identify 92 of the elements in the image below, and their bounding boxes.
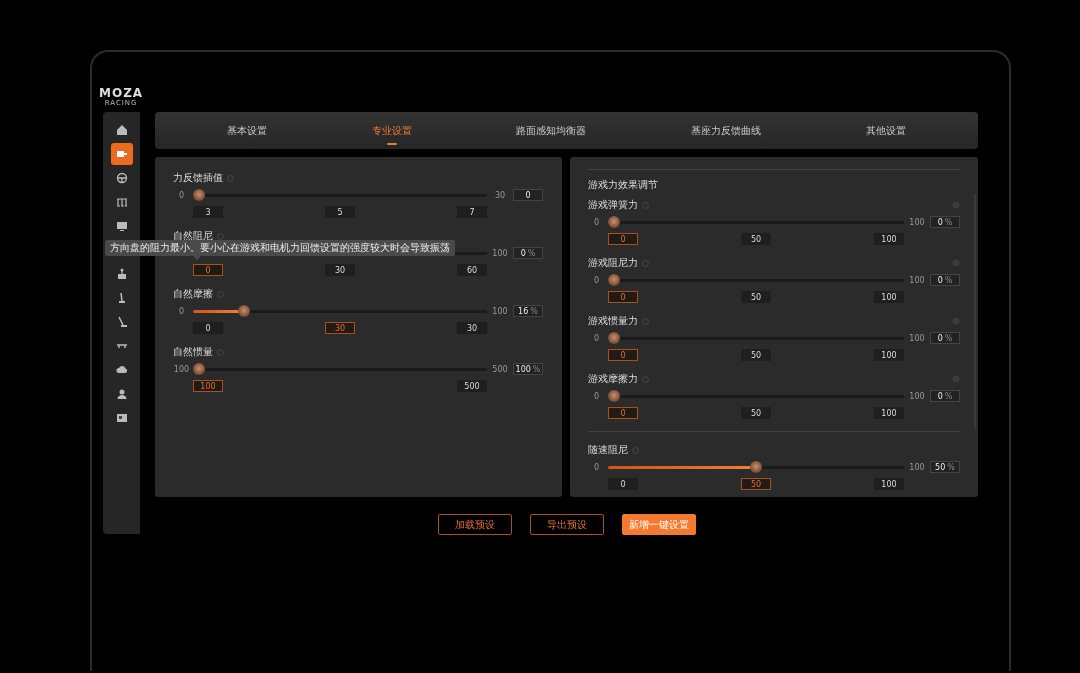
slider-label: 自然摩擦 — [173, 288, 213, 300]
preset-button[interactable]: 100 — [874, 233, 904, 245]
range-max-label: 100 — [908, 462, 926, 472]
value-field[interactable]: 50 % — [930, 461, 960, 473]
preset-button[interactable]: 100 — [193, 380, 223, 392]
motor-icon — [115, 148, 128, 160]
preset-button[interactable]: 50 — [741, 478, 771, 490]
tab[interactable]: 路面感知均衡器 — [508, 119, 595, 142]
value-field[interactable]: 0 % — [930, 274, 960, 286]
slider-label: 力反馈插值 — [173, 172, 223, 184]
preset-button[interactable]: 0 — [608, 407, 638, 419]
range-max-label: 500 — [491, 364, 509, 374]
range-max-label: 100 — [908, 275, 926, 285]
preset-button[interactable]: 0 — [608, 349, 638, 361]
shifter-icon — [115, 268, 128, 280]
slider-handle[interactable] — [750, 461, 762, 473]
range-min-label: 0 — [177, 306, 186, 316]
slider-handle[interactable] — [608, 332, 620, 344]
preset-button[interactable]: 50 — [741, 291, 771, 303]
preset-button[interactable]: 100 — [874, 349, 904, 361]
preset-button[interactable]: 50 — [741, 349, 771, 361]
value-field[interactable]: 0 % — [930, 216, 960, 228]
range-max-label: 100 — [491, 306, 509, 316]
tab[interactable]: 专业设置 — [363, 119, 420, 142]
value-field[interactable]: 0 — [513, 189, 543, 201]
value-field[interactable]: 0 % — [930, 390, 960, 402]
nav-button[interactable] — [110, 143, 133, 165]
range-max-label: 30 — [493, 190, 507, 200]
range-max-label: 100 — [491, 248, 509, 258]
slider-handle[interactable] — [608, 274, 620, 286]
action-button[interactable]: 导出预设 — [529, 514, 604, 535]
preset-button[interactable]: 0 — [193, 322, 223, 334]
preset-button[interactable]: 0 — [608, 291, 638, 303]
slider-label: 游戏惯量力 — [588, 315, 638, 327]
range-max-label: 100 — [908, 217, 926, 227]
slider-handle[interactable] — [193, 363, 205, 375]
tab[interactable]: 基本设置 — [219, 119, 276, 142]
preset-button[interactable]: 30 — [325, 264, 355, 276]
slider-label: 自然阻尼 — [173, 230, 213, 242]
card-icon — [115, 412, 128, 424]
tab-underline — [386, 142, 397, 145]
slider-label: 游戏弹簧力 — [588, 199, 638, 211]
preset-button[interactable]: 100 — [874, 291, 904, 303]
action-button[interactable]: 加载预设 — [437, 514, 512, 535]
slider-label: 随速阻尼 — [588, 444, 628, 456]
range-min-label: 0 — [592, 462, 601, 472]
range-max-label: 100 — [908, 333, 926, 343]
slider-handle[interactable] — [608, 390, 620, 402]
monitor-icon — [115, 220, 128, 232]
cloud-upload-icon — [115, 364, 128, 376]
range-min-label: 0 — [177, 190, 186, 200]
value-field[interactable]: 100 % — [513, 363, 543, 375]
preset-button[interactable]: 0 — [193, 264, 223, 276]
preset-button[interactable]: 0 — [608, 478, 638, 490]
slider-label: 游戏摩擦力 — [588, 373, 638, 385]
tooltip-text: 方向盘的阻力最小。要小心在游戏和电机力回馈设置的强度较大时会导致振荡 — [110, 242, 450, 253]
preset-button[interactable]: 500 — [457, 380, 487, 392]
lever-icon — [115, 316, 128, 328]
slider-handle[interactable] — [608, 216, 620, 228]
preset-button[interactable]: 7 — [457, 206, 487, 218]
range-min-label: 0 — [592, 391, 601, 401]
range-max-label: 100 — [908, 391, 926, 401]
slider-handle[interactable] — [193, 189, 205, 201]
brand-logo: MOZA — [99, 88, 144, 99]
value-field[interactable]: 16 % — [513, 305, 543, 317]
range-min-label: 0 — [592, 333, 601, 343]
tab[interactable]: 基座力反馈曲线 — [683, 119, 770, 142]
value-field[interactable]: 0 % — [930, 332, 960, 344]
section-title: 游戏力效果调节 — [588, 178, 659, 192]
slider-fill — [193, 309, 241, 313]
slider-label: 自然惯量 — [173, 346, 213, 358]
range-min-label: 0 — [592, 217, 601, 227]
preset-button[interactable]: 3 — [193, 206, 223, 218]
range-min-label: 100 — [173, 364, 190, 374]
home-icon — [115, 124, 128, 136]
slider-label: 游戏阻尼力 — [588, 257, 638, 269]
preset-button[interactable]: 50 — [741, 233, 771, 245]
tab[interactable]: 其他设置 — [857, 119, 914, 142]
preset-button[interactable]: 30 — [325, 322, 355, 334]
steering-wheel-icon — [115, 172, 128, 184]
preset-button[interactable]: 50 — [741, 407, 771, 419]
pedals-icon — [115, 196, 128, 208]
slider-handle[interactable] — [238, 305, 251, 317]
person-icon — [115, 388, 128, 400]
preset-button[interactable]: 100 — [874, 407, 904, 419]
preset-button[interactable]: 100 — [874, 478, 904, 490]
preset-button[interactable]: 0 — [608, 233, 638, 245]
range-min-label: 0 — [592, 275, 601, 285]
preset-button[interactable]: 30 — [457, 322, 487, 334]
preset-button[interactable]: 60 — [457, 264, 487, 276]
value-field[interactable]: 0 % — [513, 247, 543, 259]
preset-button[interactable]: 5 — [325, 206, 355, 218]
